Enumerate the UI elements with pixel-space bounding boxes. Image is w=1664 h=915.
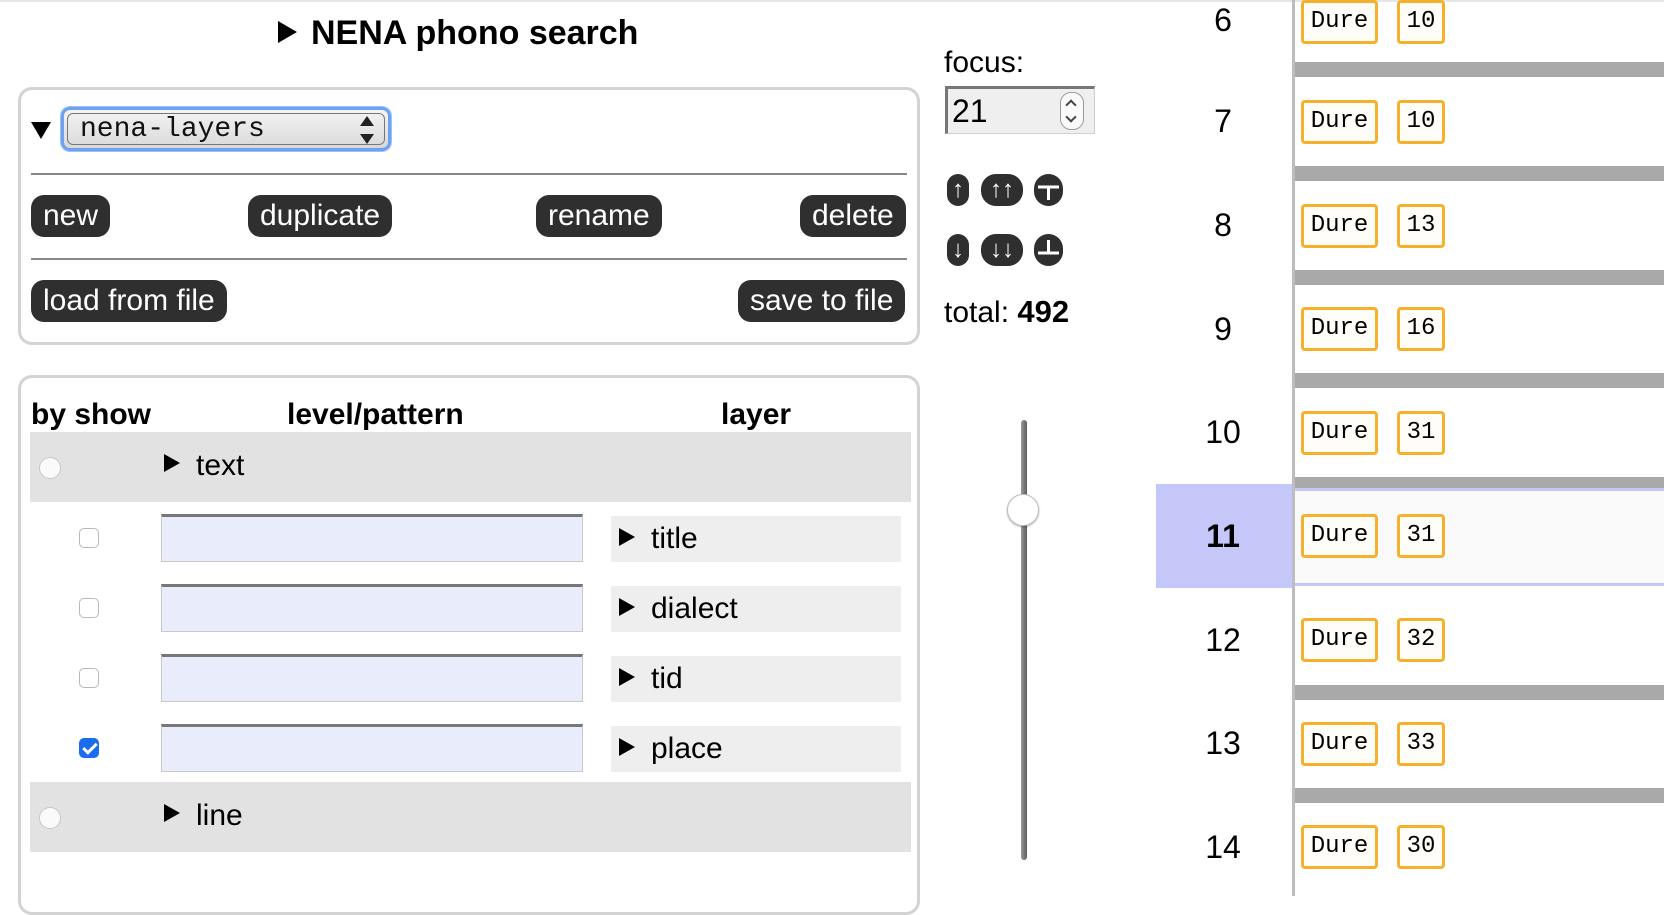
pattern-input[interactable]	[161, 584, 583, 632]
pattern-input[interactable]	[161, 724, 583, 772]
group-toggle[interactable]: text	[164, 449, 244, 483]
row-checkbox[interactable]	[79, 668, 99, 688]
value-tag[interactable]: 31	[1397, 514, 1445, 558]
duplicate-button[interactable]: duplicate	[248, 195, 393, 237]
total-count: total: 492	[944, 294, 1070, 329]
disclosure-triangle-icon[interactable]	[278, 21, 297, 44]
focus-input[interactable]: 21	[945, 86, 1095, 134]
expand-triangle-icon	[619, 598, 635, 617]
expand-triangle-icon	[164, 804, 180, 823]
word-tag[interactable]: Dure	[1301, 514, 1378, 558]
value-tag[interactable]: 10	[1397, 100, 1445, 144]
result-number[interactable]: 9	[1156, 311, 1290, 348]
double-arrow-up-icon: ↑↑	[990, 176, 1014, 203]
group-row-text: text	[30, 432, 911, 502]
save-to-file-button[interactable]: save to file	[738, 280, 906, 322]
to-last-icon	[1038, 240, 1059, 255]
divider	[31, 258, 907, 260]
load-from-file-button[interactable]: load from file	[31, 280, 227, 322]
focus-label: focus:	[944, 46, 1025, 79]
value-tag[interactable]: 13	[1397, 204, 1445, 248]
result-number-current[interactable]: 11	[1156, 518, 1290, 555]
layerset-select-value: nena-layers	[80, 114, 265, 145]
delete-button[interactable]: delete	[800, 195, 906, 237]
row-separator	[1295, 270, 1664, 285]
layer-toggle[interactable]: dialect	[611, 586, 901, 632]
result-number[interactable]: 13	[1156, 725, 1290, 762]
row-separator	[1295, 788, 1664, 803]
prev-button[interactable]: ↑	[947, 174, 969, 206]
value-tag[interactable]: 10	[1397, 0, 1445, 44]
group-toggle[interactable]: line	[164, 799, 243, 833]
word-tag[interactable]: Dure	[1301, 618, 1378, 662]
header-layer: layer	[721, 398, 792, 431]
value-tag[interactable]: 16	[1397, 307, 1445, 351]
results-divider	[1292, 0, 1295, 896]
to-first-icon	[1038, 185, 1059, 200]
result-number[interactable]: 7	[1156, 103, 1290, 140]
result-number[interactable]: 6	[1156, 2, 1290, 39]
header-level-pattern: level/pattern	[287, 398, 464, 431]
group-radio[interactable]	[39, 457, 61, 479]
row-checkbox[interactable]	[79, 598, 99, 618]
expand-triangle-icon	[164, 454, 180, 473]
pattern-input[interactable]	[161, 654, 583, 702]
last-button[interactable]	[1034, 234, 1063, 266]
result-number[interactable]: 12	[1156, 622, 1290, 659]
value-tag[interactable]: 30	[1397, 825, 1445, 869]
row-checkbox-checked[interactable]	[79, 738, 99, 758]
result-number[interactable]: 10	[1156, 414, 1290, 451]
collapse-triangle-icon[interactable]	[31, 122, 51, 139]
expand-triangle-icon	[619, 738, 635, 757]
row-separator	[1295, 685, 1664, 700]
rename-button[interactable]: rename	[536, 195, 662, 237]
row-separator	[1295, 62, 1664, 77]
word-tag[interactable]: Dure	[1301, 411, 1378, 455]
layerset-select[interactable]: nena-layers	[61, 107, 391, 151]
stepper-arrows-icon[interactable]	[1060, 92, 1084, 130]
result-number[interactable]: 14	[1156, 829, 1290, 866]
pattern-input[interactable]	[161, 514, 583, 562]
result-number[interactable]: 8	[1156, 207, 1290, 244]
page-down-button[interactable]: ↓↓	[981, 234, 1023, 266]
row-separator	[1295, 373, 1664, 388]
page-up-button[interactable]: ↑↑	[981, 174, 1023, 206]
row-checkbox[interactable]	[79, 528, 99, 548]
word-tag[interactable]: Dure	[1301, 100, 1378, 144]
header-by-show: by show	[31, 398, 152, 431]
updown-arrows-icon	[360, 116, 374, 144]
row-separator	[1295, 166, 1664, 181]
new-button[interactable]: new	[31, 195, 111, 237]
arrow-down-icon: ↓	[952, 236, 964, 263]
word-tag[interactable]: Dure	[1301, 0, 1378, 44]
expand-triangle-icon	[619, 528, 635, 547]
layer-toggle[interactable]: place	[611, 726, 901, 772]
group-row-line: line	[30, 782, 911, 852]
word-tag[interactable]: Dure	[1301, 204, 1378, 248]
word-tag[interactable]: Dure	[1301, 825, 1378, 869]
divider	[31, 173, 907, 175]
slider-thumb[interactable]	[1007, 494, 1039, 526]
search-table-panel: by show level/pattern layer text title d…	[18, 375, 920, 915]
arrow-up-icon: ↑	[952, 176, 964, 203]
value-tag[interactable]: 31	[1397, 411, 1445, 455]
layer-toggle[interactable]: tid	[611, 656, 901, 702]
layerset-panel: nena-layers new duplicate rename delete …	[18, 87, 920, 345]
next-button[interactable]: ↓	[947, 234, 969, 266]
value-tag[interactable]: 32	[1397, 618, 1445, 662]
first-button[interactable]	[1034, 174, 1063, 206]
focus-value: 21	[952, 93, 988, 129]
word-tag[interactable]: Dure	[1301, 722, 1378, 766]
word-tag[interactable]: Dure	[1301, 307, 1378, 351]
double-arrow-down-icon: ↓↓	[990, 236, 1014, 263]
expand-triangle-icon	[619, 668, 635, 687]
group-radio[interactable]	[39, 807, 61, 829]
results-slider[interactable]	[1021, 420, 1027, 860]
page-title[interactable]: NENA phono search	[278, 14, 638, 53]
value-tag[interactable]: 33	[1397, 722, 1445, 766]
layer-toggle[interactable]: title	[611, 516, 901, 562]
